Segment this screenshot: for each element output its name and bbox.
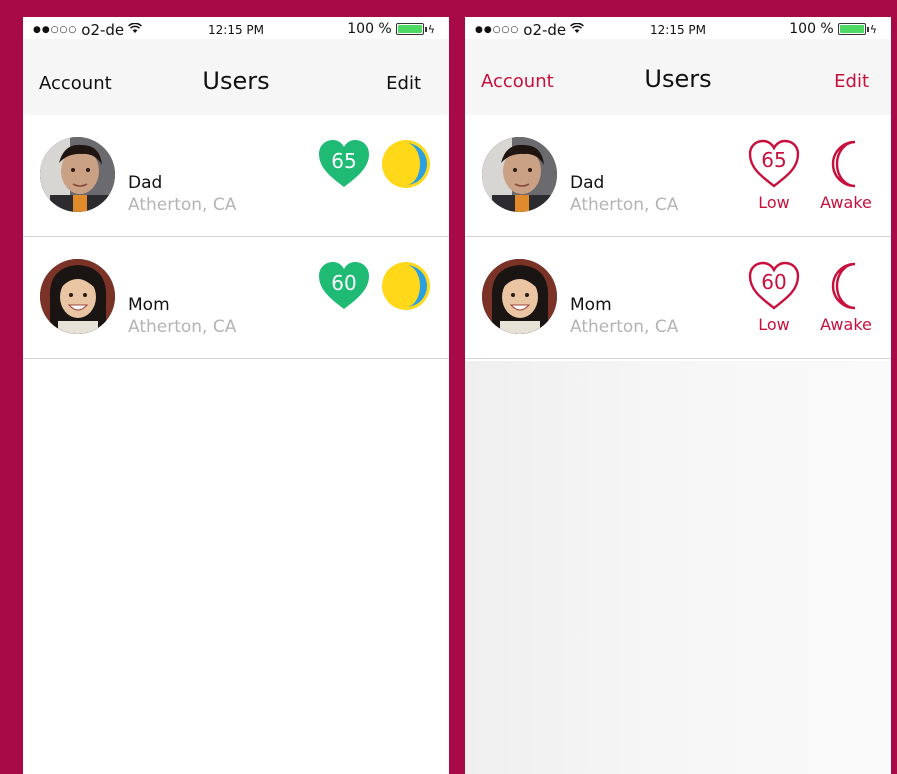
crescent-moon-icon	[831, 140, 856, 188]
navigation-bar: Account Users Edit	[465, 39, 891, 115]
avatar-dad	[482, 137, 557, 212]
avatar-dad	[40, 137, 115, 212]
heart-rate-value: 65	[331, 149, 357, 173]
charging-bolt-icon: ϟ	[869, 22, 877, 36]
user-row-mom[interactable]: Mom Atherton, CA 60 Low Awake	[465, 237, 891, 359]
edit-button[interactable]: Edit	[834, 71, 869, 92]
status-bar: ●●○○○ o2-de 12:15 PM 100 % ϟ	[465, 17, 891, 39]
heart-rate-badge: 60	[317, 261, 371, 311]
user-list: Dad Atherton, CA 65 Mom Atherton, CA 60	[23, 115, 449, 359]
moon-icon	[382, 140, 430, 188]
battery-icon	[395, 23, 427, 35]
user-name: Mom	[128, 295, 170, 315]
heart-rate-badge: 65	[317, 139, 371, 189]
heart-status-label: Low	[758, 315, 790, 334]
heart-status: 60 Low	[745, 261, 803, 334]
phone-screen-filled-style: ●●○○○ o2-de 12:15 PM 100 % ϟ Account Use…	[23, 17, 449, 774]
battery-icon	[837, 23, 869, 35]
battery-percent: 100 %	[789, 21, 834, 37]
user-name: Dad	[128, 173, 163, 193]
crescent-moon-icon	[831, 262, 856, 310]
moon-icon	[382, 262, 430, 310]
user-name: Dad	[570, 173, 605, 193]
user-row-dad[interactable]: Dad Atherton, CA 65	[23, 115, 449, 237]
health-status-group: 60	[317, 261, 431, 311]
avatar-mom	[482, 259, 557, 334]
avatar-mom	[40, 259, 115, 334]
charging-bolt-icon: ϟ	[427, 22, 435, 36]
user-row-dad[interactable]: Dad Atherton, CA 65 Low Awake	[465, 115, 891, 237]
status-bar: ●●○○○ o2-de 12:15 PM 100 % ϟ	[23, 17, 449, 39]
edit-button[interactable]: Edit	[386, 73, 421, 94]
battery-percent: 100 %	[347, 21, 392, 37]
heart-rate-value: 60	[331, 271, 357, 295]
account-button[interactable]: Account	[481, 71, 554, 92]
health-status-group: 65	[317, 139, 431, 189]
user-location: Atherton, CA	[570, 195, 679, 215]
user-name: Mom	[570, 295, 612, 315]
heart-status-label: Low	[758, 193, 790, 212]
user-location: Atherton, CA	[128, 317, 237, 337]
heart-status: 65 Low	[745, 139, 803, 212]
empty-list-area	[465, 361, 891, 774]
user-location: Atherton, CA	[128, 195, 237, 215]
sleep-status-label: Awake	[820, 193, 872, 212]
sleep-status-label: Awake	[820, 315, 872, 334]
account-button[interactable]: Account	[39, 73, 112, 94]
navigation-bar: Account Users Edit	[23, 39, 449, 115]
phone-screen-outline-style: ●●○○○ o2-de 12:15 PM 100 % ϟ Account Use…	[465, 17, 891, 774]
health-status-group: 60 Low Awake	[745, 261, 875, 334]
sleep-status: Awake	[817, 261, 875, 334]
sleep-status: Awake	[817, 139, 875, 212]
user-location: Atherton, CA	[570, 317, 679, 337]
health-status-group: 65 Low Awake	[745, 139, 875, 212]
user-list: Dad Atherton, CA 65 Low Awake Mom Athert…	[465, 115, 891, 359]
user-row-mom[interactable]: Mom Atherton, CA 60	[23, 237, 449, 359]
heart-rate-value: 65	[761, 148, 787, 172]
heart-rate-value: 60	[761, 270, 787, 294]
